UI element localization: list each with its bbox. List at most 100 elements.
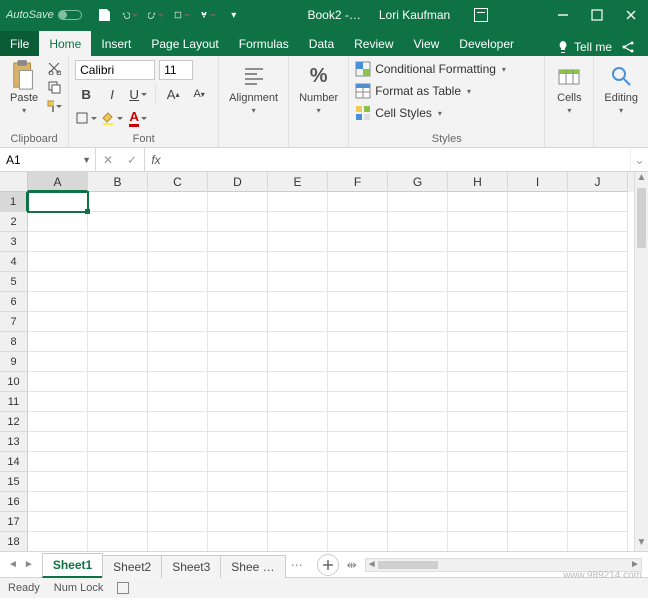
cell-H7[interactable]: [448, 312, 508, 332]
cell-E18[interactable]: [268, 532, 328, 552]
column-header-D[interactable]: D: [208, 172, 268, 192]
tab-insert[interactable]: Insert: [91, 31, 141, 56]
decrease-font-icon[interactable]: A▾: [188, 84, 210, 104]
column-header-C[interactable]: C: [148, 172, 208, 192]
editing-button[interactable]: Editing ▾: [600, 60, 642, 117]
name-box-input[interactable]: [6, 153, 76, 167]
italic-button[interactable]: I: [101, 84, 123, 104]
cell-E2[interactable]: [268, 212, 328, 232]
cell-G13[interactable]: [388, 432, 448, 452]
cell-I14[interactable]: [508, 452, 568, 472]
cell-A6[interactable]: [28, 292, 88, 312]
row-header-12[interactable]: 12: [0, 412, 28, 432]
cell-F8[interactable]: [328, 332, 388, 352]
cell-H6[interactable]: [448, 292, 508, 312]
format-painter-icon[interactable]: [46, 98, 62, 114]
cell-F3[interactable]: [328, 232, 388, 252]
cell-D5[interactable]: [208, 272, 268, 292]
tab-page-layout[interactable]: Page Layout: [141, 31, 228, 56]
cell-A8[interactable]: [28, 332, 88, 352]
cell-G18[interactable]: [388, 532, 448, 552]
cell-I9[interactable]: [508, 352, 568, 372]
alignment-button[interactable]: Alignment ▾: [225, 60, 282, 117]
cell-B14[interactable]: [88, 452, 148, 472]
cell-D17[interactable]: [208, 512, 268, 532]
cell-E13[interactable]: [268, 432, 328, 452]
cell-C7[interactable]: [148, 312, 208, 332]
cell-A2[interactable]: [28, 212, 88, 232]
row-header-15[interactable]: 15: [0, 472, 28, 492]
toggle-switch-icon[interactable]: [58, 10, 82, 20]
cell-D9[interactable]: [208, 352, 268, 372]
cell-J11[interactable]: [568, 392, 628, 412]
column-header-B[interactable]: B: [88, 172, 148, 192]
cell-B6[interactable]: [88, 292, 148, 312]
cell-D2[interactable]: [208, 212, 268, 232]
cell-I12[interactable]: [508, 412, 568, 432]
cell-B3[interactable]: [88, 232, 148, 252]
chevron-down-icon[interactable]: ▼: [82, 155, 91, 165]
cell-J16[interactable]: [568, 492, 628, 512]
cell-G2[interactable]: [388, 212, 448, 232]
sheet-overflow-icon[interactable]: ⋯: [291, 558, 303, 572]
column-header-I[interactable]: I: [508, 172, 568, 192]
name-box[interactable]: ▼: [0, 148, 96, 171]
share-button[interactable]: [620, 38, 638, 56]
cell-B12[interactable]: [88, 412, 148, 432]
row-header-18[interactable]: 18: [0, 532, 28, 552]
cell-A3[interactable]: [28, 232, 88, 252]
formula-input[interactable]: [167, 153, 630, 167]
cell-G14[interactable]: [388, 452, 448, 472]
cell-E5[interactable]: [268, 272, 328, 292]
cell-C1[interactable]: [148, 192, 208, 212]
cell-C8[interactable]: [148, 332, 208, 352]
cell-F16[interactable]: [328, 492, 388, 512]
maximize-button[interactable]: [580, 0, 614, 30]
vscroll-thumb[interactable]: [637, 188, 646, 248]
row-header-13[interactable]: 13: [0, 432, 28, 452]
cell-J5[interactable]: [568, 272, 628, 292]
paste-button[interactable]: Paste ▾: [6, 60, 42, 117]
cell-D13[interactable]: [208, 432, 268, 452]
sheet-nav-prev-icon[interactable]: ◄: [8, 559, 18, 570]
tab-file[interactable]: File: [0, 31, 39, 56]
cell-G16[interactable]: [388, 492, 448, 512]
cell-B10[interactable]: [88, 372, 148, 392]
sheet-tab-0[interactable]: Sheet1: [42, 553, 103, 578]
cell-C2[interactable]: [148, 212, 208, 232]
font-name-combo[interactable]: [75, 60, 155, 80]
cell-A5[interactable]: [28, 272, 88, 292]
cell-I17[interactable]: [508, 512, 568, 532]
cell-H17[interactable]: [448, 512, 508, 532]
cell-D14[interactable]: [208, 452, 268, 472]
cell-I10[interactable]: [508, 372, 568, 392]
cell-D4[interactable]: [208, 252, 268, 272]
row-header-5[interactable]: 5: [0, 272, 28, 292]
cell-G6[interactable]: [388, 292, 448, 312]
cell-B5[interactable]: [88, 272, 148, 292]
cell-I13[interactable]: [508, 432, 568, 452]
cell-I7[interactable]: [508, 312, 568, 332]
scroll-down-icon[interactable]: ▼: [635, 537, 648, 551]
cell-F18[interactable]: [328, 532, 388, 552]
ribbon-display-icon[interactable]: [474, 8, 488, 22]
font-size-combo[interactable]: [159, 60, 193, 80]
fill-color-icon[interactable]: [101, 108, 123, 128]
cell-I1[interactable]: [508, 192, 568, 212]
column-header-H[interactable]: H: [448, 172, 508, 192]
cell-J8[interactable]: [568, 332, 628, 352]
cell-J7[interactable]: [568, 312, 628, 332]
enter-formula-icon[interactable]: ✓: [120, 153, 144, 167]
cell-I5[interactable]: [508, 272, 568, 292]
scroll-right-icon[interactable]: ►: [629, 559, 641, 571]
cell-A16[interactable]: [28, 492, 88, 512]
expand-formula-bar-icon[interactable]: ⌄: [630, 148, 648, 171]
cell-A13[interactable]: [28, 432, 88, 452]
cell-D7[interactable]: [208, 312, 268, 332]
copy-icon[interactable]: [46, 79, 62, 95]
row-header-1[interactable]: 1: [0, 192, 28, 212]
tab-splitter-icon[interactable]: ⇹: [347, 558, 357, 572]
cell-H18[interactable]: [448, 532, 508, 552]
cell-H14[interactable]: [448, 452, 508, 472]
sheet-nav-next-icon[interactable]: ►: [24, 559, 34, 570]
